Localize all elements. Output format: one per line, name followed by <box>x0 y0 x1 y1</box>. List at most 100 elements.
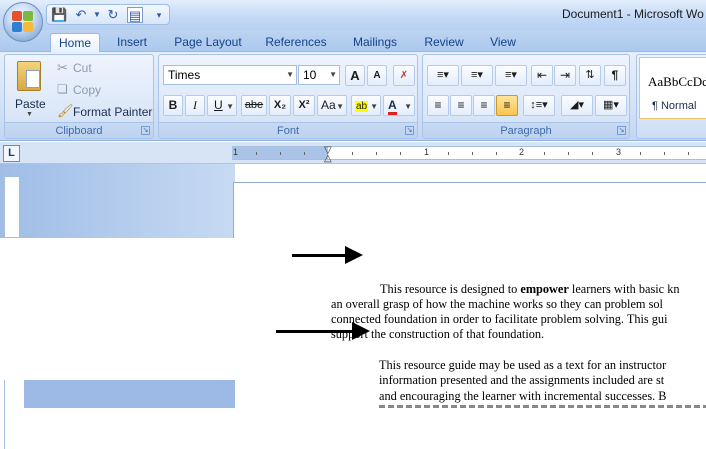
ruler-number: 1 <box>233 147 239 157</box>
doc-para1-line4: support the construction of that foundat… <box>331 327 545 341</box>
doc-para2-line2: information presented and the assignment… <box>379 373 665 387</box>
styles-group: AaBbCcDd ¶ Normal <box>636 54 706 139</box>
doc-para2-line1: This resource guide may be used as a tex… <box>379 358 667 372</box>
font-family-value: Times <box>168 68 201 82</box>
underline-label: U <box>214 98 223 112</box>
cut-button[interactable]: ✂ Cut <box>55 58 145 77</box>
show-marks-icon[interactable]: ¶ <box>604 65 626 86</box>
word-window: 💾 ↶ ▼ ↻ ▤ ▾ Document1 - Microsoft Wo Hom… <box>0 0 706 449</box>
paste-dropdown-icon: ▼ <box>26 111 33 118</box>
format-painter-label: Format Painter <box>73 105 153 119</box>
change-case-label: Aa <box>321 98 336 112</box>
justify-icon[interactable]: ≡ <box>496 95 518 116</box>
font-group: Times ▼ 10 ▼ A A ✗ B I U ▼ abe X₂ X² Aa … <box>158 54 418 139</box>
paragraph-launcher-icon[interactable]: ↘ <box>617 126 626 135</box>
tab-review[interactable]: Review <box>418 33 470 52</box>
clipboard-launcher-icon[interactable]: ↘ <box>141 126 150 135</box>
page-top <box>233 182 706 238</box>
borders-icon[interactable]: ▦▾ <box>595 95 627 116</box>
tab-insert[interactable]: Insert <box>110 33 154 52</box>
italic-button[interactable]: I <box>185 95 205 116</box>
save-icon[interactable]: 💾 <box>51 7 67 23</box>
font-family-select[interactable]: Times ▼ <box>163 65 297 85</box>
undo-icon[interactable]: ↶ <box>73 7 89 23</box>
highlight-color-button[interactable]: ab ▼ <box>351 95 381 116</box>
superscript-button[interactable]: X² <box>293 95 315 116</box>
horizontal-ruler[interactable]: 1 1 2 3 ▽ △ <box>232 145 706 164</box>
tab-references[interactable]: References <box>260 33 332 52</box>
doc-para1-line2: an overall grasp of how the machine work… <box>331 297 663 311</box>
align-right-icon[interactable]: ≡ <box>473 95 495 116</box>
font-size-value: 10 <box>303 68 317 82</box>
redo-icon[interactable]: ↻ <box>105 7 121 23</box>
doc-cut-off-line <box>379 405 706 408</box>
document-background-lower <box>24 380 235 408</box>
clipboard-group: Paste ▼ ✂ Cut ❏ Copy 🖌 Format Painter Cl… <box>4 54 154 139</box>
title-bar: 💾 ↶ ▼ ↻ ▤ ▾ Document1 - Microsoft Wo <box>0 0 706 30</box>
paste-icon <box>17 61 41 91</box>
office-logo-icon <box>12 11 34 33</box>
format-painter-button[interactable]: 🖌 Format Painter <box>55 102 153 121</box>
style-normal-tile[interactable]: AaBbCcDd ¶ Normal <box>639 57 706 119</box>
doc-para2-line3: and encouraging the learner with increme… <box>379 389 667 403</box>
align-center-icon[interactable]: ≡ <box>450 95 472 116</box>
copy-label: Copy <box>73 83 102 97</box>
tab-page-layout[interactable]: Page Layout <box>168 33 248 52</box>
clipboard-group-label: Clipboard <box>5 122 153 138</box>
vertical-ruler-lower <box>4 380 20 449</box>
change-case-dropdown-icon: ▼ <box>336 102 344 111</box>
customize-qat-icon[interactable]: ▾ <box>151 7 167 23</box>
ruler-bar: L 1 1 2 3 ▽ △ <box>0 142 706 164</box>
scissors-icon: ✂ <box>57 60 68 75</box>
arrow-head-1 <box>345 246 363 264</box>
vertical-ruler <box>4 176 20 238</box>
style-preview-text: AaBbCcDd <box>648 74 706 89</box>
tab-selector-button[interactable]: L <box>3 145 20 162</box>
paste-button[interactable]: Paste ▼ <box>11 59 47 119</box>
multilevel-list-icon[interactable]: ≡▾ <box>495 65 527 86</box>
increase-indent-icon[interactable]: ⇥ <box>554 65 576 86</box>
align-left-icon[interactable]: ≡ <box>427 95 449 116</box>
tab-home[interactable]: Home <box>50 33 100 52</box>
decrease-indent-icon[interactable]: ⇤ <box>531 65 553 86</box>
font-color-label: A <box>388 99 397 115</box>
ribbon-tabs: Home Insert Page Layout References Maili… <box>0 30 706 52</box>
sort-icon[interactable]: ⇅ <box>579 65 601 86</box>
bullets-icon[interactable]: ≡▾ <box>427 65 459 86</box>
hanging-indent-icon[interactable]: △ <box>324 153 332 164</box>
shrink-font-button[interactable]: A <box>367 65 387 86</box>
numbering-icon[interactable]: ≡▾ <box>461 65 493 86</box>
bold-button[interactable]: B <box>163 95 183 116</box>
office-button[interactable] <box>3 2 43 42</box>
print-preview-icon[interactable]: ▤ <box>127 7 143 23</box>
subscript-button[interactable]: X₂ <box>269 95 291 116</box>
font-color-button[interactable]: A ▼ <box>383 95 415 116</box>
copy-icon: ❏ <box>57 82 68 96</box>
clear-formatting-icon[interactable]: ✗ <box>393 65 415 86</box>
arrow-pointer-1 <box>292 254 348 257</box>
tab-mailings[interactable]: Mailings <box>344 33 406 52</box>
underline-button[interactable]: U ▼ <box>207 95 237 116</box>
font-color-dropdown-icon: ▼ <box>404 102 412 111</box>
shading-icon[interactable]: ◢▾ <box>561 95 593 116</box>
font-group-label: Font <box>159 122 417 138</box>
line-spacing-icon[interactable]: ↕≡▾ <box>523 95 555 116</box>
quick-access-toolbar: 💾 ↶ ▼ ↻ ▤ ▾ <box>46 4 170 25</box>
change-case-button[interactable]: Aa ▼ <box>317 95 347 116</box>
highlight-dropdown-icon: ▼ <box>370 102 378 111</box>
doc-para1-line1: This resource is designed to empower lea… <box>380 282 680 296</box>
font-launcher-icon[interactable]: ↘ <box>405 126 414 135</box>
copy-button[interactable]: ❏ Copy <box>55 80 145 99</box>
undo-dropdown-icon[interactable]: ▼ <box>89 7 105 23</box>
grow-font-button[interactable]: A <box>345 65 365 86</box>
tab-view[interactable]: View <box>482 33 524 52</box>
highlighter-icon: ab <box>355 101 369 112</box>
document-background <box>0 164 235 238</box>
style-normal-label: ¶ Normal <box>652 100 697 112</box>
font-family-dropdown-icon: ▼ <box>286 70 294 79</box>
paste-label: Paste <box>15 97 46 111</box>
format-painter-icon: 🖌 <box>57 103 74 118</box>
paragraph-group: ≡▾ ≡▾ ≡▾ ⇤ ⇥ ⇅ ¶ ≡ ≡ ≡ ≡ ↕≡▾ ◢▾ ▦▾ Parag… <box>422 54 630 139</box>
strikethrough-button[interactable]: abe <box>241 95 267 116</box>
font-size-select[interactable]: 10 ▼ <box>298 65 340 85</box>
